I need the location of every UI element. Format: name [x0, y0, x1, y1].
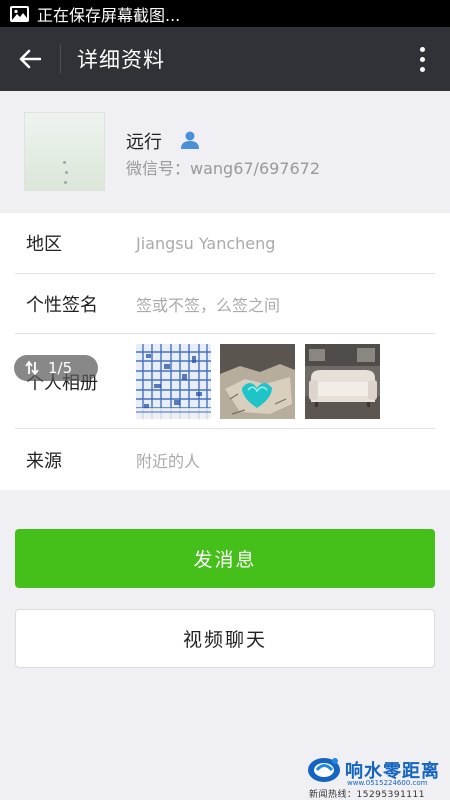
- send-message-button[interactable]: 发消息: [15, 529, 435, 588]
- contact-name: 远行: [126, 132, 162, 153]
- watermark-url: www.0515224600.com: [347, 779, 428, 787]
- title-divider: [60, 44, 61, 74]
- wechat-id: 微信号：wang67/697672: [126, 159, 321, 178]
- photo-counter-badge[interactable]: 1/5: [14, 355, 98, 381]
- album-photo-turquoise-heart[interactable]: [220, 344, 295, 419]
- watermark-logo-icon: [308, 758, 340, 782]
- album-photo-blue-grid[interactable]: [136, 344, 211, 419]
- more-dot-icon: [419, 56, 425, 62]
- profile-header: 远行 微信号：wang67/697672: [0, 91, 450, 212]
- source-row: 来源 附近的人: [0, 429, 450, 490]
- watermark-hotline: 新闻热线：15295391111: [309, 790, 425, 800]
- watermark: 响水零距离 www.0515224600.com 新闻热线：1529539111…: [305, 753, 450, 800]
- signature-row: 个性签名 签或不签，么签之间: [0, 274, 450, 333]
- avatar[interactable]: [24, 112, 105, 191]
- video-chat-button[interactable]: 视频聊天: [15, 609, 435, 668]
- more-dot-icon: [419, 46, 425, 52]
- back-arrow-icon: [19, 49, 41, 69]
- more-dot-icon: [419, 66, 425, 72]
- signature-value: 签或不签，么签之间: [136, 295, 281, 315]
- title-bar: 详细资料: [0, 27, 450, 91]
- status-bar: 正在保存屏幕截图...: [0, 0, 450, 27]
- source-value: 附近的人: [136, 451, 201, 471]
- back-button[interactable]: [0, 27, 60, 91]
- source-label: 来源: [26, 450, 62, 472]
- album-photo-sofa[interactable]: [305, 344, 380, 419]
- region-label: 地区: [26, 234, 62, 255]
- image-icon: [10, 5, 29, 22]
- region-row: 地区 Jiangsu Yancheng: [0, 213, 450, 273]
- region-value: Jiangsu Yancheng: [136, 233, 276, 253]
- photo-counter-text: 1/5: [48, 359, 73, 377]
- signature-label: 个性签名: [26, 294, 98, 316]
- swap-arrows-icon: [25, 360, 39, 376]
- status-text: 正在保存屏幕截图...: [37, 5, 181, 25]
- page-title: 详细资料: [77, 48, 165, 72]
- person-icon: [181, 131, 199, 149]
- more-menu-button[interactable]: [402, 27, 442, 91]
